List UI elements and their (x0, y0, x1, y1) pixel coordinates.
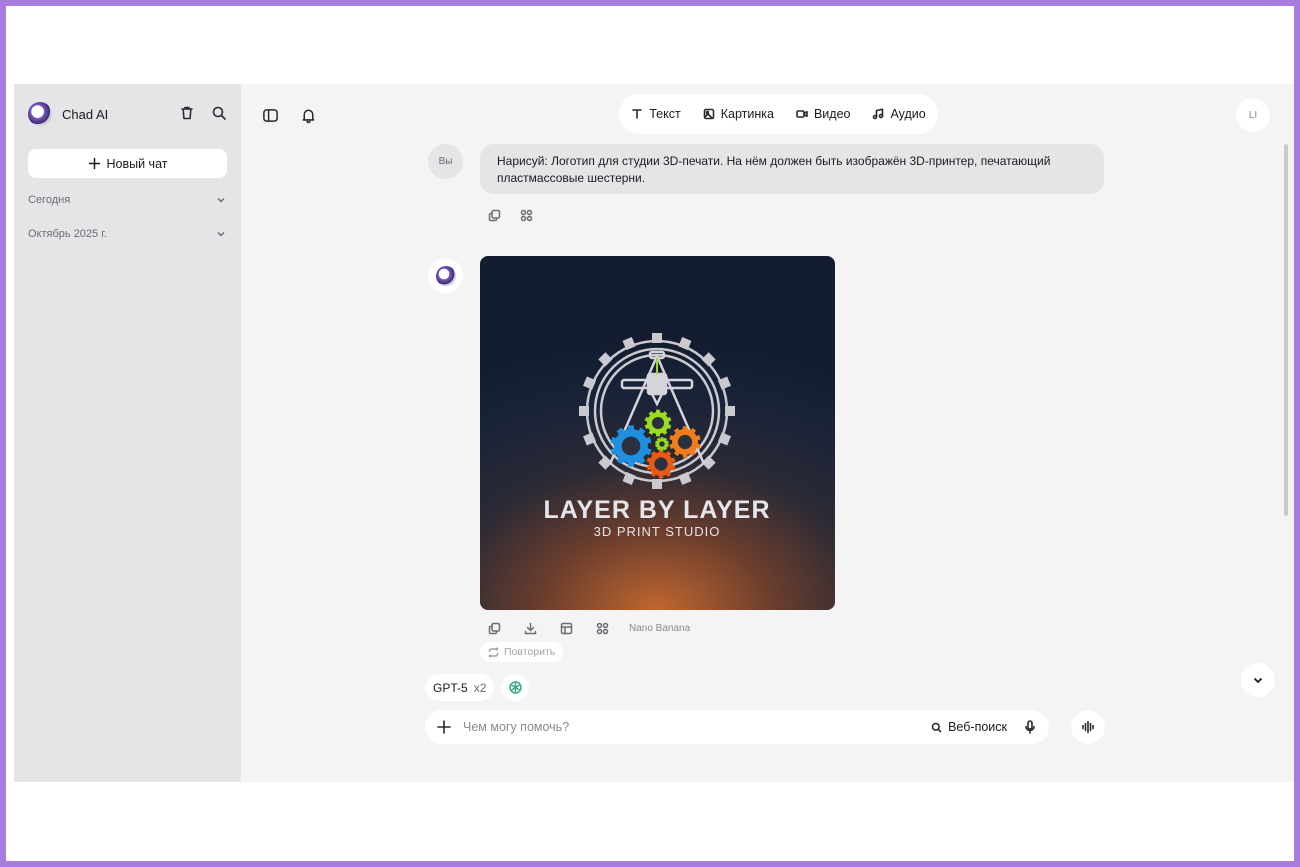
gear (669, 426, 701, 458)
download-icon[interactable] (521, 619, 539, 637)
mode-audio[interactable]: Аудио (872, 107, 926, 121)
plus-icon (88, 157, 100, 170)
model-multiplier: x2 (473, 680, 487, 695)
scroll-down-button[interactable] (1241, 663, 1275, 697)
gear-tooth (701, 352, 716, 367)
section-today[interactable]: Сегодня (28, 191, 226, 209)
search-icon[interactable] (210, 104, 228, 122)
app-logo-icon (435, 265, 456, 286)
message-composer: Веб-поиск (425, 710, 1049, 744)
sidebar: Chad AI Новый чат Сегодня Октябрь 2025 г… (14, 84, 241, 782)
sidebar-actions (178, 104, 228, 122)
image-title: LAYER BY LAYER (543, 496, 770, 524)
image-message-actions: Nano Banana (485, 619, 690, 637)
gear (646, 449, 676, 479)
gear (655, 437, 669, 451)
message-input[interactable] (463, 720, 932, 734)
section-label: Сегодня (28, 194, 71, 206)
new-chat-button[interactable]: Новый чат (28, 149, 227, 178)
app-name: Chad AI (62, 106, 109, 122)
attach-plus-icon[interactable] (435, 718, 453, 736)
edit-image-icon[interactable] (557, 619, 575, 637)
assistant-avatar (428, 258, 463, 293)
user-message-avatar: Вы (428, 144, 463, 179)
app-window: Chad AI Новый чат Сегодня Октябрь 2025 г… (14, 84, 1294, 782)
mode-text[interactable]: Текст (631, 107, 681, 121)
new-chat-label: Новый чат (106, 156, 168, 171)
grid-icon[interactable] (517, 206, 535, 224)
image-subtitle: 3D PRINT STUDIO (594, 524, 721, 539)
gear (644, 409, 672, 437)
retry-button[interactable]: Повторить (480, 642, 564, 662)
mode-video[interactable]: Видео (796, 107, 851, 121)
voice-mode-button[interactable] (1071, 710, 1105, 744)
toolbar-left (261, 106, 317, 124)
bell-icon[interactable] (299, 106, 317, 124)
gear-tooth (598, 352, 613, 367)
video-icon (796, 110, 808, 118)
chat-area: Текст Картинка Видео Аудио LI Вы Нарисуй… (241, 84, 1294, 782)
user-message-actions (485, 206, 535, 224)
mode-label: Текст (649, 107, 681, 121)
gear-tooth (652, 479, 662, 489)
repeat-icon (488, 646, 499, 658)
generated-image[interactable]: LAYER BY LAYER 3D PRINT STUDIO (480, 256, 835, 610)
mode-image[interactable]: Картинка (703, 107, 774, 121)
chevron-down-icon (1253, 677, 1263, 684)
gear-group (610, 409, 701, 479)
waveform-icon (1082, 720, 1094, 734)
grid-icon[interactable] (593, 619, 611, 637)
model-selector[interactable]: GPT-5 x2 (425, 674, 495, 701)
mode-label: Картинка (720, 107, 774, 121)
search-icon (931, 722, 942, 733)
trash-icon[interactable] (178, 104, 196, 122)
copy-icon[interactable] (485, 619, 503, 637)
model-provider-button[interactable] (501, 674, 529, 701)
mode-switcher: Текст Картинка Видео Аудио (619, 94, 938, 134)
user-message: Нарисуй: Логотип для студии 3D-печати. Н… (480, 144, 1104, 194)
mode-label: Аудио (890, 107, 926, 121)
app-logo-icon (28, 102, 52, 126)
sidebar-toggle-icon[interactable] (261, 106, 279, 124)
gear-tooth (652, 333, 662, 343)
model-tag: Nano Banana (629, 622, 691, 634)
logo-artwork: LAYER BY LAYER 3D PRINT STUDIO (543, 333, 770, 539)
web-search-toggle[interactable]: Веб-поиск (931, 720, 1007, 734)
openai-icon (508, 681, 522, 694)
model-name: GPT-5 (433, 680, 468, 695)
text-icon (632, 109, 643, 119)
retry-label: Повторить (504, 646, 556, 658)
user-avatar[interactable]: LI (1236, 98, 1270, 132)
image-icon (703, 108, 715, 120)
copy-icon[interactable] (485, 206, 503, 224)
scrollbar[interactable] (1284, 144, 1288, 516)
microphone-icon[interactable] (1021, 718, 1039, 736)
gear (610, 425, 652, 467)
mode-label: Видео (813, 107, 851, 121)
chevron-down-icon (217, 197, 225, 203)
music-icon (873, 108, 884, 120)
sidebar-header: Chad AI (28, 102, 228, 126)
web-search-label: Веб-поиск (948, 720, 1007, 734)
section-october-2025[interactable]: Октябрь 2025 г. (28, 225, 226, 243)
gear-tooth (725, 406, 735, 416)
section-label: Октябрь 2025 г. (28, 228, 107, 240)
chevron-down-icon (217, 231, 225, 237)
gear-tooth (579, 406, 589, 416)
